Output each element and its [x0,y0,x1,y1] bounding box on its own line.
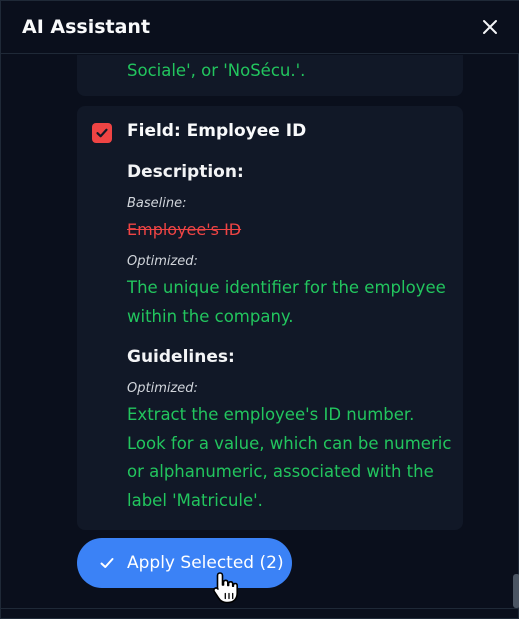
field-title: Field: Employee ID [127,121,307,141]
optimized-label: Optimized: [127,254,198,269]
optimized-description: The unique identifier for the employee w… [127,278,446,326]
hand-pointer-icon [213,572,238,604]
suggestion-card-previous: Sociale', or 'NoSécu.'. [77,55,463,96]
scrollbar-thumb[interactable] [513,574,519,608]
guidelines-optimized: Extract the employee's ID number. Look f… [127,405,452,510]
field-checkbox[interactable] [92,123,112,143]
close-button[interactable] [478,15,502,39]
description-heading: Description: [127,162,244,182]
suggestions-list[interactable]: Sociale', or 'NoSécu.'. Field: Employee … [1,55,519,608]
panel-title: AI Assistant [22,16,151,38]
guidelines-optimized-label: Optimized: [127,381,198,396]
guidelines-heading: Guidelines: [127,347,235,367]
footer-divider [1,608,519,609]
close-icon [483,20,497,34]
panel-header: AI Assistant [1,1,519,54]
apply-selected-label: Apply Selected (2) [127,553,284,573]
baseline-value: Employee's ID [127,220,242,239]
ai-assistant-panel: AI Assistant Sociale', or 'NoSécu.'. Fie… [0,0,519,619]
check-icon [96,128,108,138]
suggestion-card-employee-id: Field: Employee ID Description: Baseline… [77,106,463,530]
check-icon [99,555,115,571]
apply-selected-button[interactable]: Apply Selected (2) [77,538,292,588]
previous-card-text: Sociale', or 'NoSécu.'. [127,61,306,80]
baseline-label: Baseline: [127,196,187,211]
